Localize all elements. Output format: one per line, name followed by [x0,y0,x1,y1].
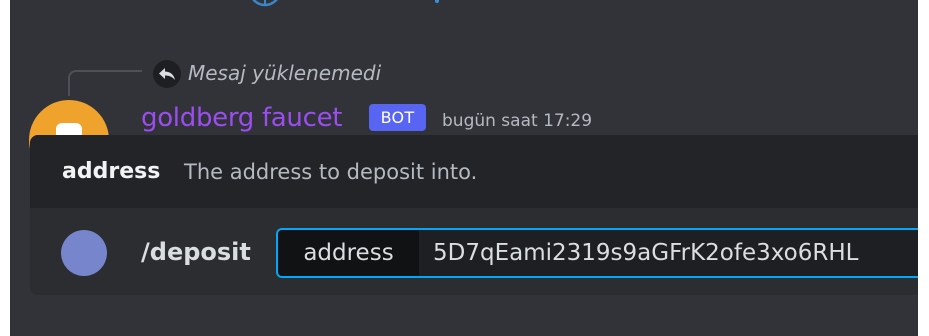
option-description-header: address The address to deposit into. [30,135,918,208]
app-icon [61,230,107,276]
option-name: address [62,159,161,184]
option-chip-label: address [278,230,419,276]
slash-command-popup: address The address to deposit into. /de… [30,135,918,295]
partial-indicator [435,0,439,3]
command-input-row[interactable]: /deposit address 5D7qEami2319s9aGFrK2ofe… [30,208,918,295]
command-name: /deposit [141,238,251,266]
address-option-chip[interactable]: address 5D7qEami2319s9aGFrK2ofe3xo6RHL [276,228,918,278]
option-description: The address to deposit into. [184,160,478,184]
reply-arrow-icon[interactable] [153,60,181,88]
message-timestamp: bugün saat 17:29 [442,111,593,131]
message-username[interactable]: goldberg faucet [141,100,343,136]
window-edge [918,0,929,336]
reply-connector [68,70,142,96]
reply-arrow-glyph [159,68,175,80]
chat-area: Mesaj yüklenemedi goldberg faucet BOT bu… [10,0,918,336]
address-input-value[interactable]: 5D7qEami2319s9aGFrK2ofe3xo6RHL [433,230,858,276]
bot-tag: BOT [369,104,426,131]
reply-failed-text[interactable]: Mesaj yüklenemedi [188,58,381,88]
globe-icon [252,0,278,7]
